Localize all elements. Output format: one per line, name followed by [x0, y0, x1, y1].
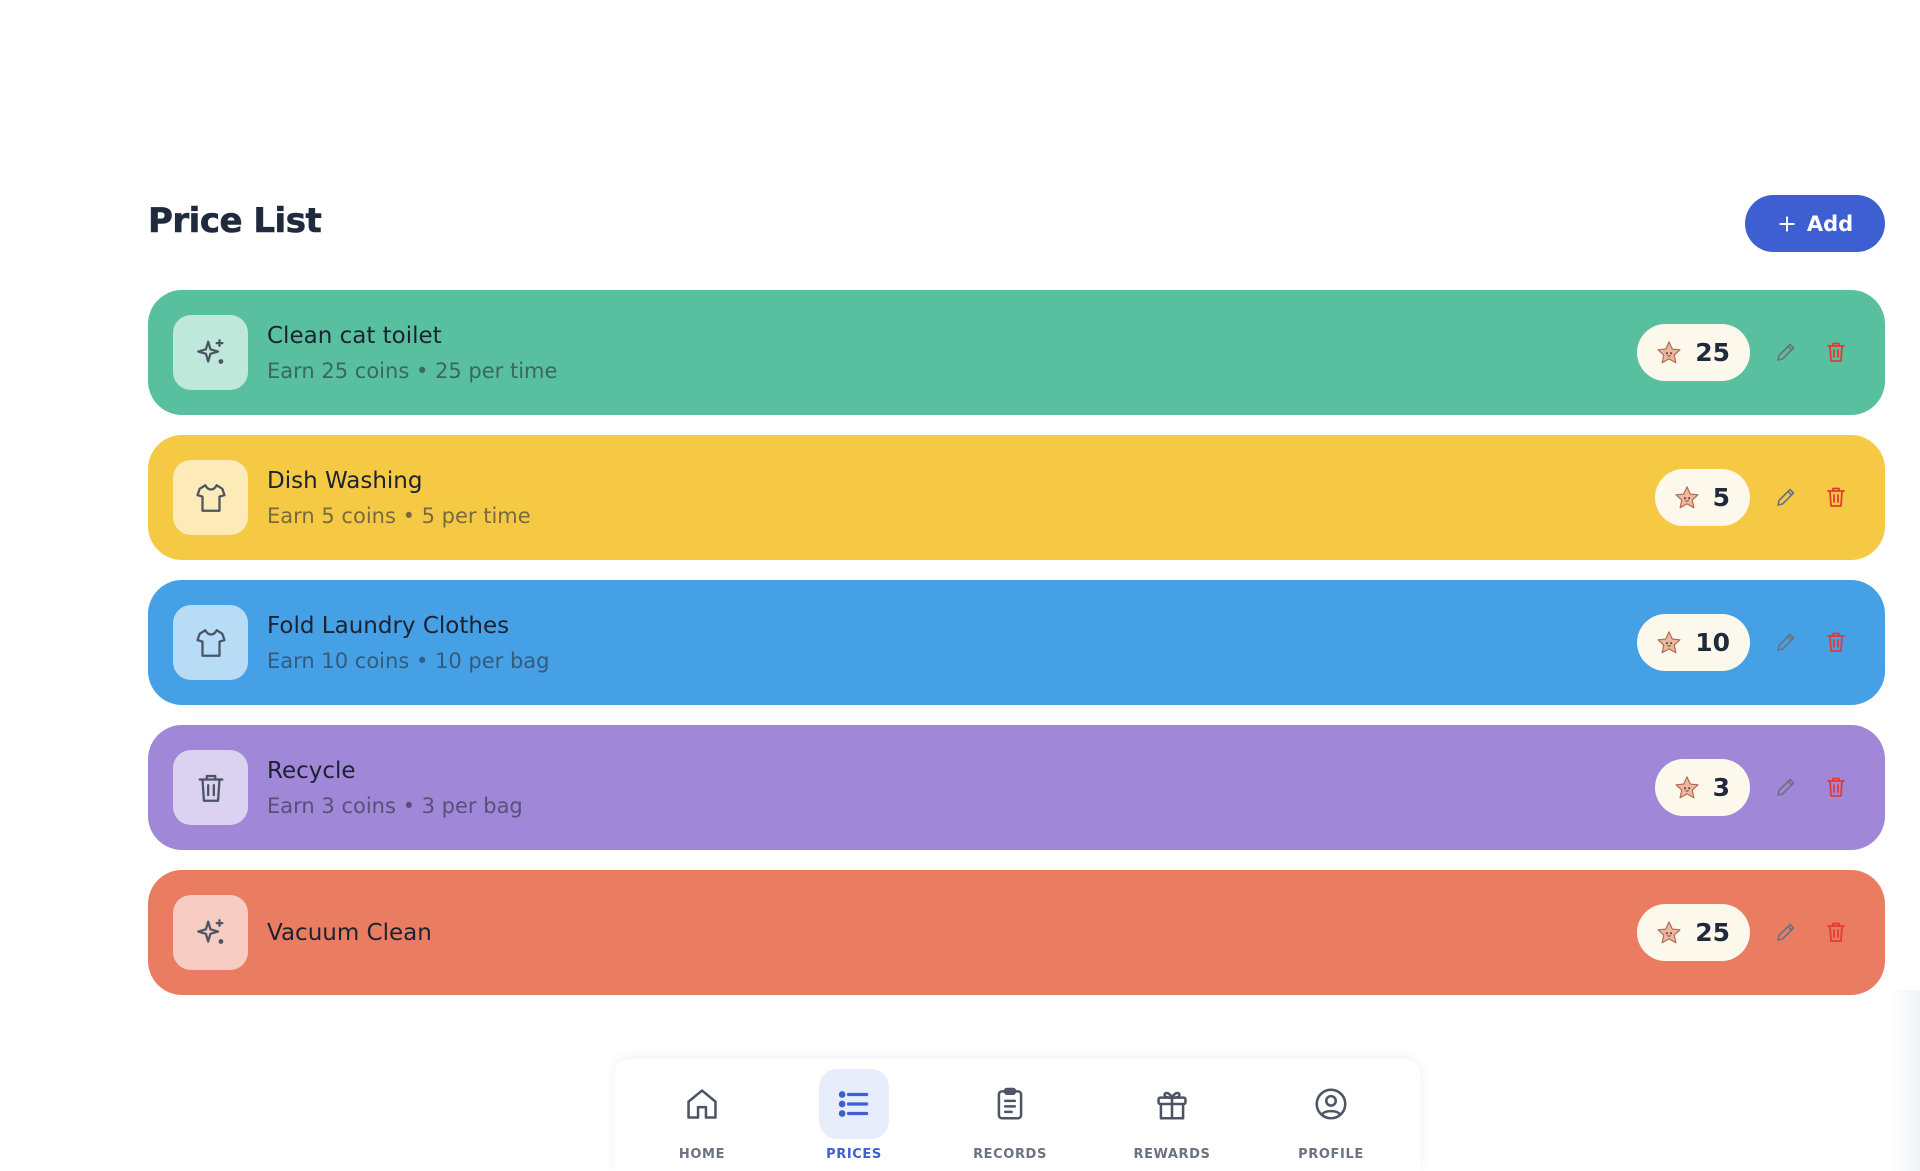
scroll-edge-shadow: [1890, 990, 1920, 1171]
nav-label: PROFILE: [1298, 1147, 1364, 1162]
delete-button[interactable]: [1819, 480, 1853, 514]
nav-label: HOME: [678, 1147, 726, 1162]
edit-button[interactable]: [1769, 335, 1803, 369]
nav-label: RECORDS: [973, 1147, 1047, 1162]
list-icon: [819, 1069, 889, 1139]
edit-button[interactable]: [1769, 480, 1803, 514]
trash-icon: [1824, 630, 1848, 654]
price-item-text: Dish Washing Earn 5 coins • 5 per time: [267, 435, 531, 560]
nav-item-rewards[interactable]: REWARDS: [1112, 1069, 1232, 1171]
price-item-text: Fold Laundry Clothes Earn 10 coins • 10 p…: [267, 580, 550, 705]
price-item-subtitle: Earn 10 coins • 10 per bag: [267, 648, 550, 673]
nav-item-profile[interactable]: PROFILE: [1271, 1069, 1391, 1171]
price-item-text: Clean cat toilet Earn 25 coins • 25 per t…: [267, 290, 557, 415]
star-coin-icon: [1655, 919, 1683, 947]
price-item-subtitle: Earn 5 coins • 5 per time: [267, 503, 531, 528]
edit-button[interactable]: [1769, 915, 1803, 949]
pencil-icon: [1774, 485, 1798, 509]
price-item-title: Recycle: [267, 757, 356, 784]
price-item-text: Vacuum Clean: [267, 870, 432, 995]
delete-button[interactable]: [1819, 915, 1853, 949]
price-item-text: Recycle Earn 3 coins • 3 per bag: [267, 725, 523, 850]
coin-value: 25: [1695, 918, 1730, 947]
page-header: Price List Add: [148, 195, 1885, 252]
price-item-card[interactable]: Dish Washing Earn 5 coins • 5 per time 5: [148, 435, 1885, 560]
edit-button[interactable]: [1769, 625, 1803, 659]
trash-icon: [1824, 920, 1848, 944]
page-title: Price List: [148, 201, 322, 242]
price-list-page: Price List Add Clean cat toilet Earn 25 c…: [0, 0, 1920, 1171]
star-coin-icon: [1655, 339, 1683, 367]
price-item-card[interactable]: Fold Laundry Clothes Earn 10 coins • 10 p…: [148, 580, 1885, 705]
sparkles-icon: [173, 315, 248, 390]
coin-value: 10: [1695, 628, 1730, 657]
price-item-subtitle: Earn 25 coins • 25 per time: [267, 358, 558, 383]
pencil-icon: [1774, 340, 1798, 364]
price-item-subtitle: Earn 3 coins • 3 per bag: [267, 793, 523, 818]
bottom-navigation: HOME PRICES RECORDS REWARDS PROFILE: [614, 1059, 1420, 1171]
trash-icon: [1824, 340, 1848, 364]
pencil-icon: [1774, 775, 1798, 799]
price-item-title: Clean cat toilet: [267, 322, 442, 349]
delete-button[interactable]: [1819, 625, 1853, 659]
plus-icon: [1777, 214, 1797, 234]
sparkles-icon: [173, 895, 248, 970]
pencil-icon: [1774, 630, 1798, 654]
price-item-card[interactable]: Clean cat toilet Earn 25 coins • 25 per t…: [148, 290, 1885, 415]
clipboard-icon: [975, 1069, 1045, 1139]
nav-label: PRICES: [826, 1147, 882, 1162]
pencil-icon: [1774, 920, 1798, 944]
home-icon: [667, 1069, 737, 1139]
add-button[interactable]: Add: [1745, 195, 1885, 252]
nav-item-home[interactable]: HOME: [642, 1069, 762, 1171]
coin-value: 25: [1695, 338, 1730, 367]
price-item-card[interactable]: Vacuum Clean 25: [148, 870, 1885, 995]
trash-icon: [173, 750, 248, 825]
gift-icon: [1137, 1069, 1207, 1139]
coin-value: 3: [1712, 773, 1730, 802]
star-coin-icon: [1673, 484, 1701, 512]
shirt-icon: [173, 460, 248, 535]
coin-badge: 10: [1637, 614, 1750, 671]
price-list: Clean cat toilet Earn 25 coins • 25 per t…: [148, 290, 1885, 1015]
price-item-title: Vacuum Clean: [267, 919, 432, 946]
add-button-label: Add: [1806, 211, 1854, 236]
coin-badge: 3: [1654, 759, 1750, 816]
delete-button[interactable]: [1819, 770, 1853, 804]
trash-icon: [1824, 775, 1848, 799]
price-item-title: Dish Washing: [267, 467, 423, 494]
coin-value: 5: [1712, 483, 1730, 512]
coin-badge: 25: [1637, 904, 1750, 961]
nav-label: REWARDS: [1133, 1147, 1211, 1162]
star-coin-icon: [1655, 629, 1683, 657]
star-coin-icon: [1673, 774, 1701, 802]
edit-button[interactable]: [1769, 770, 1803, 804]
shirt-icon: [173, 605, 248, 680]
profile-icon: [1296, 1069, 1366, 1139]
price-item-title: Fold Laundry Clothes: [267, 612, 510, 639]
delete-button[interactable]: [1819, 335, 1853, 369]
nav-item-prices[interactable]: PRICES: [794, 1069, 914, 1171]
coin-badge: 5: [1654, 469, 1750, 526]
coin-badge: 25: [1637, 324, 1750, 381]
trash-icon: [1824, 485, 1848, 509]
price-item-card[interactable]: Recycle Earn 3 coins • 3 per bag 3: [148, 725, 1885, 850]
nav-item-records[interactable]: RECORDS: [950, 1069, 1070, 1171]
